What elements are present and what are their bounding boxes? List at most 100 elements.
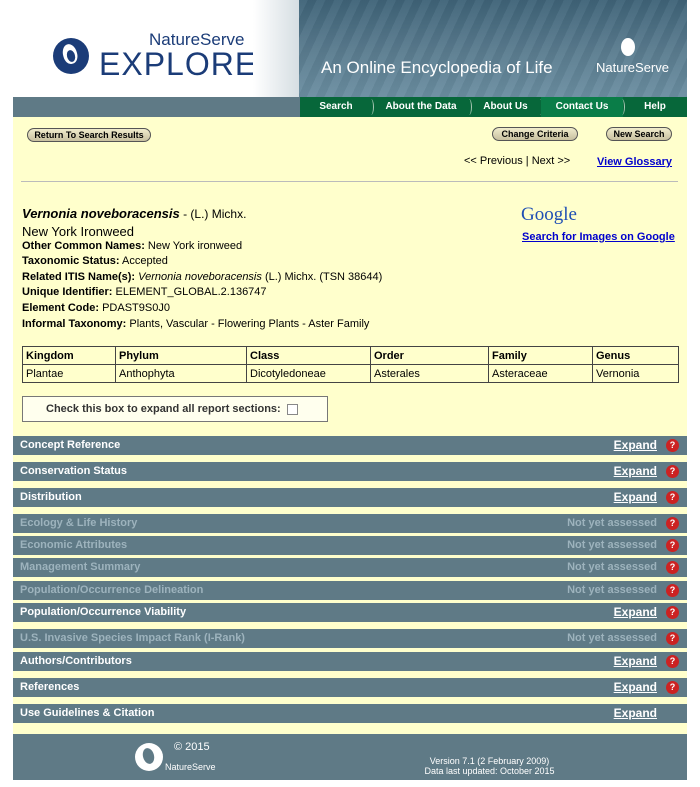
element-code: Element Code: PDAST9S0J0 [22,301,442,317]
section-title: Authors/Contributors [20,655,132,667]
section-title: Population/Occurrence Viability [20,606,187,618]
section-title: Use Guidelines & Citation [20,707,155,719]
natureserve-footer-icon [135,743,163,771]
table-header: Class [246,346,371,365]
common-name: New York Ironweed [22,223,135,239]
help-icon[interactable]: ? [666,561,679,574]
field-value: PDAST9S0J0 [99,301,170,314]
section-bar[interactable]: Distribution Expand? [13,488,687,507]
nav-menu: Search About the Data About Us Contact U… [300,97,687,117]
expand-link[interactable]: Expand [614,603,657,622]
table-cell: Vernonia [592,364,679,383]
next-link[interactable]: Next >> [532,155,571,167]
expand-link[interactable]: Expand [614,678,657,697]
nav-item-label: About Us [483,101,528,112]
footer-version: Version 7.1 (2 February 2009) Data last … [417,756,562,776]
table-row: Plantae Anthophyta Dicotyledoneae Astera… [22,364,679,383]
table-header-row: Kingdom Phylum Class Order Family Genus [22,346,679,365]
natureserve-brand-link[interactable]: NatureServe [596,60,669,75]
table-header: Order [370,346,489,365]
field-value: ELEMENT_GLOBAL.2.136747 [112,286,267,299]
section-bar[interactable]: References Expand? [13,678,687,697]
expand-all-checkbox[interactable] [286,403,298,415]
previous-link[interactable]: << Previous [464,155,523,167]
footer-brand: NatureServe [165,762,216,772]
expand-link[interactable]: Expand [614,462,657,481]
help-icon[interactable]: ? [666,465,679,478]
section-bar: Population/Occurrence Delineation Not yet… [13,581,687,600]
pager: << Previous | Next >> [464,155,570,167]
table-cell: Plantae [22,364,116,383]
tagline: An Online Encyclopedia of Life [321,58,553,77]
scientific-name: Vernonia noveboracensis [22,206,180,221]
not-assessed-label: Not yet assessed [567,539,657,551]
field-label: Other Common Names: [22,239,145,252]
section-bar: Economic Attributes Not yet assessed? [13,536,687,555]
not-assessed-label: Not yet assessed [567,584,657,596]
expand-link[interactable]: Expand [614,488,657,507]
change-criteria-button[interactable]: Change Criteria [492,127,578,141]
view-glossary-link[interactable]: View Glossary [597,156,672,168]
related-itis-names: Related ITIS Name(s): Vernonia noveborac… [22,270,442,286]
section-title: References [20,681,80,693]
google-images-link[interactable]: Search for Images on Google [522,231,675,243]
field-value: Plants, Vascular - Flowering Plants - As… [126,317,370,330]
new-search-button[interactable]: New Search [606,127,672,141]
return-to-search-button[interactable]: Return To Search Results [27,128,151,142]
field-label: Element Code: [22,301,100,314]
nav-item-help[interactable]: Help [623,97,687,117]
help-icon[interactable]: ? [666,584,679,597]
species-author: - (L.) Michx. [179,207,247,221]
section-bar[interactable]: Concept Reference Expand? [13,436,687,455]
help-icon[interactable]: ? [666,539,679,552]
help-icon[interactable]: ? [666,632,679,645]
nav-item-label: Search [319,101,353,112]
species-title: Vernonia noveboracensis - (L.) Michx. [22,206,442,224]
section-title: Ecology & Life History [20,517,138,529]
section-bar[interactable]: Population/Occurrence Viability Expand? [13,603,687,622]
footer-copyright: © 2015 [174,741,210,753]
section-title: Concept Reference [20,439,121,451]
nav-item-about-data[interactable]: About the Data [372,97,472,117]
section-bar[interactable]: Use Guidelines & Citation Expand [13,704,687,723]
section-bar[interactable]: Conservation Status Expand? [13,462,687,481]
section-bar: U.S. Invasive Species Impact Rank (I-Ran… [13,629,687,648]
section-title: Economic Attributes [20,539,128,551]
section-title: Population/Occurrence Delineation [20,584,204,596]
nav-item-label: About the Data [385,101,457,112]
other-common-names: Other Common Names: New York ironweed [22,239,442,255]
expand-link[interactable]: Expand [614,436,657,455]
field-label: Related ITIS Name(s): [22,270,136,283]
pager-separator: | [525,155,529,167]
help-icon[interactable]: ? [666,681,679,694]
expand-all-box: Check this box to expand all report sect… [22,396,328,422]
field-value: New York ironweed [144,239,243,252]
nav-item-about-us[interactable]: About Us [470,97,543,117]
field-value: Vernonia noveboracensis [135,270,262,283]
help-icon[interactable]: ? [666,606,679,619]
table-header: Kingdom [22,346,116,365]
site-footer: © 2015 NatureServe Version 7.1 (2 Februa… [13,734,687,780]
natureserve-mini-icon [621,38,635,56]
not-assessed-label: Not yet assessed [567,561,657,573]
table-header: Genus [592,346,679,365]
not-assessed-label: Not yet assessed [567,517,657,529]
section-title: Distribution [20,491,82,503]
table-cell: Anthophyta [115,364,247,383]
help-icon[interactable]: ? [666,439,679,452]
expand-all-label: Check this box to expand all report sect… [46,403,281,415]
field-label: Taxonomic Status: [22,255,120,268]
nav-item-search[interactable]: Search [300,97,374,117]
header-banner: An Online Encyclopedia of Life NatureSer… [299,0,687,97]
nav-item-contact-us[interactable]: Contact Us [541,97,625,117]
expand-link[interactable]: Expand [614,704,657,723]
help-icon[interactable]: ? [666,491,679,504]
table-cell: Asterales [370,364,489,383]
footer-updated-text: Data last updated: October 2015 [424,766,555,776]
table-cell: Asteraceae [488,364,593,383]
site-header: NatureServe EXPLORER. An Online Encyclop… [13,0,687,97]
section-bar[interactable]: Authors/Contributors Expand? [13,652,687,671]
expand-link[interactable]: Expand [614,652,657,671]
help-icon[interactable]: ? [666,655,679,668]
help-icon[interactable]: ? [666,517,679,530]
